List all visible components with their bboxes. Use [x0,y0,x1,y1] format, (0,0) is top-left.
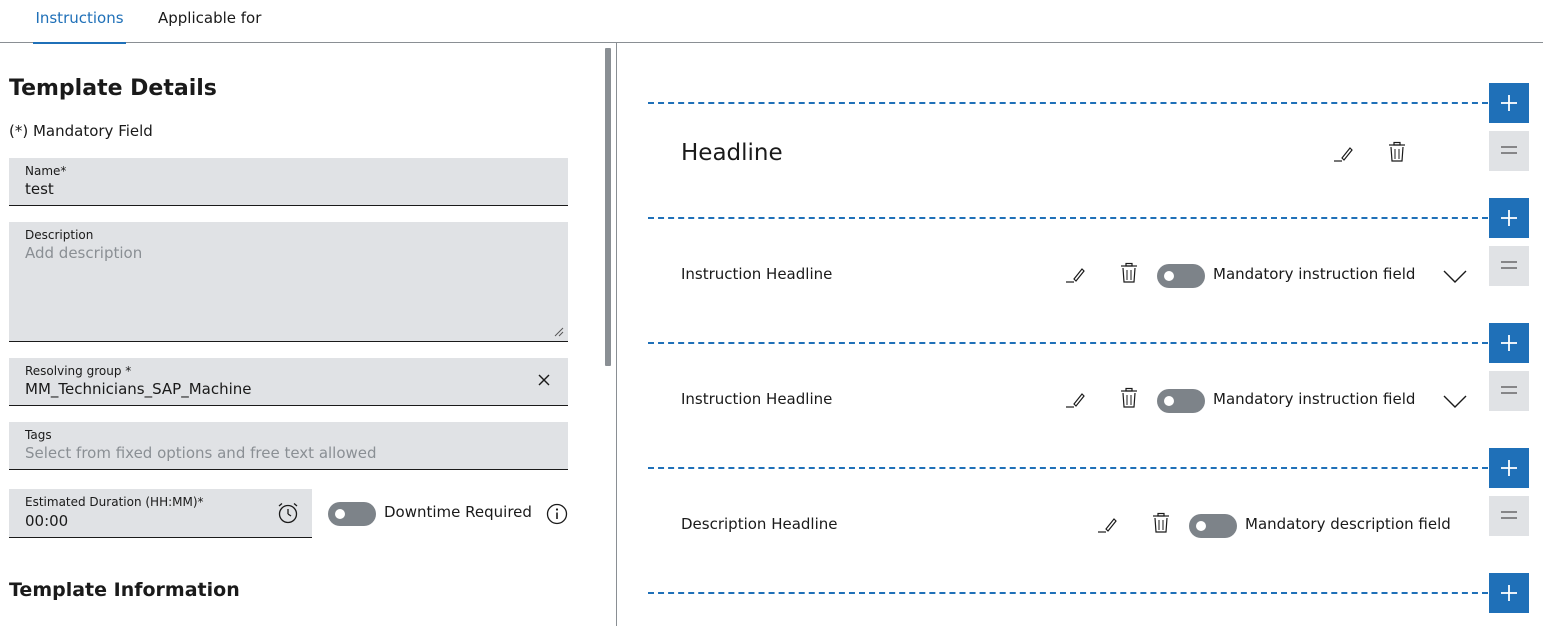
mandatory-instruction-label: Mandatory instruction field [1213,265,1416,283]
trash-icon[interactable] [1386,141,1408,163]
edit-icon[interactable] [1097,513,1119,535]
description-placeholder[interactable]: Add description [25,244,142,262]
drag-handle-icon [1501,261,1517,269]
insert-line [648,342,1488,344]
edit-icon[interactable] [1333,142,1355,164]
description-field[interactable]: Description Add description [9,222,568,342]
drag-handle-button[interactable] [1489,371,1529,411]
trash-icon[interactable] [1118,387,1140,409]
tab-bar: Instructions Applicable for [0,0,1543,44]
mandatory-field-note: (*) Mandatory Field [9,122,153,140]
description-label: Description [25,228,94,242]
resize-grip-icon[interactable] [554,327,564,337]
drag-handle-icon [1501,511,1517,519]
plus-icon [1501,95,1517,111]
toggle-knob [1164,271,1174,281]
resolving-group-field[interactable]: Resolving group * MM_Technicians_SAP_Mac… [9,358,568,406]
tags-label: Tags [25,428,52,442]
tab-applicable-for[interactable]: Applicable for [158,0,261,43]
template-information-title: Template Information [9,579,240,601]
add-block-button[interactable] [1489,198,1529,238]
tab-instructions[interactable]: Instructions [33,0,126,44]
left-scrollbar[interactable] [605,48,611,366]
drag-handle-button[interactable] [1489,496,1529,536]
toggle-knob [335,509,345,519]
drag-handle-button[interactable] [1489,246,1529,286]
resolving-group-value[interactable]: MM_Technicians_SAP_Machine [25,380,251,398]
estimated-duration-value[interactable]: 00:00 [25,512,68,530]
name-field[interactable]: Name* test [9,158,568,206]
plus-icon [1501,210,1517,226]
tags-field[interactable]: Tags Select from fixed options and free … [9,422,568,470]
add-block-button[interactable] [1489,573,1529,613]
tags-placeholder[interactable]: Select from fixed options and free text … [25,444,377,462]
trash-icon[interactable] [1118,262,1140,284]
clear-icon[interactable] [536,372,552,388]
mandatory-description-label: Mandatory description field [1245,515,1451,533]
template-details-title: Template Details [9,76,217,101]
plus-icon [1501,335,1517,351]
toggle-knob [1196,521,1206,531]
insert-line [648,592,1488,594]
insert-line [648,102,1488,104]
mandatory-instruction-toggle[interactable] [1157,389,1205,413]
mandatory-description-toggle[interactable] [1189,514,1237,538]
chevron-down-icon[interactable] [1442,393,1468,409]
edit-icon[interactable] [1065,388,1087,410]
mandatory-instruction-label: Mandatory instruction field [1213,390,1416,408]
downtime-required-toggle[interactable] [328,502,376,526]
insert-line [648,467,1488,469]
add-block-button[interactable] [1489,448,1529,488]
trash-icon[interactable] [1150,512,1172,534]
instruction-block-title: Instruction Headline [681,265,833,283]
drag-handle-icon [1501,146,1517,154]
plus-icon [1501,585,1517,601]
add-block-button[interactable] [1489,83,1529,123]
plus-icon [1501,460,1517,476]
name-value[interactable]: test [25,180,54,198]
chevron-down-icon[interactable] [1442,268,1468,284]
estimated-duration-field[interactable]: Estimated Duration (HH:MM)* 00:00 [9,489,312,538]
instruction-block-title: Instruction Headline [681,390,833,408]
panel-divider [616,43,617,626]
toggle-knob [1164,396,1174,406]
headline-block-title: Headline [681,140,783,166]
edit-icon[interactable] [1065,263,1087,285]
resolving-group-label: Resolving group * [25,364,132,378]
description-block-title: Description Headline [681,515,838,533]
drag-handle-icon [1501,386,1517,394]
clock-icon[interactable] [276,501,300,525]
mandatory-instruction-toggle[interactable] [1157,264,1205,288]
downtime-required-label: Downtime Required [384,503,532,521]
insert-line [648,217,1488,219]
drag-handle-button[interactable] [1489,131,1529,171]
add-block-button[interactable] [1489,323,1529,363]
estimated-duration-label: Estimated Duration (HH:MM)* [25,495,204,509]
info-icon[interactable] [546,503,568,525]
name-label: Name* [25,164,67,178]
